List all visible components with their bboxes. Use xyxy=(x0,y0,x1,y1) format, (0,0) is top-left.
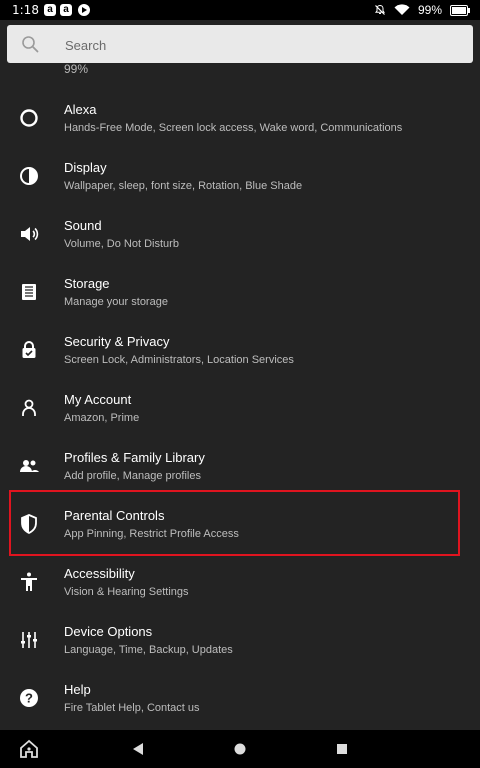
battery-icon xyxy=(450,4,470,16)
settings-item-subtitle: Vision & Hearing Settings xyxy=(64,586,189,598)
search-input[interactable] xyxy=(63,25,457,65)
settings-item-subtitle: Screen Lock, Administrators, Location Se… xyxy=(64,354,294,366)
mute-icon xyxy=(374,4,386,15)
settings-item-device-options[interactable]: Device Options Language, Time, Backup, U… xyxy=(0,616,480,672)
display-contrast-icon xyxy=(20,167,38,185)
alexa-icon xyxy=(20,109,38,127)
settings-item-title: Display xyxy=(64,160,107,175)
sliders-icon xyxy=(21,632,37,648)
battery-percent: 99% xyxy=(417,3,442,17)
lock-icon xyxy=(22,341,36,358)
settings-list[interactable]: 99% Alexa Hands-Free Mode, Screen lock a… xyxy=(0,64,480,730)
settings-item-title: Profiles & Family Library xyxy=(64,450,205,465)
settings-item-title: Parental Controls xyxy=(64,508,165,523)
settings-item-storage[interactable]: Storage Manage your storage xyxy=(0,268,480,324)
settings-item-subtitle: Hands-Free Mode, Screen lock access, Wak… xyxy=(64,122,403,134)
settings-item-my-account[interactable]: My Account Amazon, Prime xyxy=(0,384,480,440)
settings-item-help[interactable]: ? Help Fire Tablet Help, Contact us xyxy=(0,674,480,730)
settings-item-parental-controls[interactable]: Parental Controls App Pinning, Restrict … xyxy=(0,500,480,556)
navigation-bar xyxy=(0,730,480,768)
settings-item-subtitle: Manage your storage xyxy=(64,296,168,308)
settings-item-subtitle: Language, Time, Backup, Updates xyxy=(64,644,233,656)
amazon-app-icon: a xyxy=(60,4,72,16)
settings-item-accessibility[interactable]: Accessibility Vision & Hearing Settings xyxy=(0,558,480,614)
back-icon[interactable] xyxy=(127,738,149,760)
search-bar[interactable] xyxy=(7,25,473,65)
partial-item-subtitle: 99% xyxy=(64,64,89,76)
storage-icon xyxy=(22,284,36,300)
home-circle-icon[interactable] xyxy=(229,738,251,760)
settings-item-subtitle: Wallpaper, sleep, font size, Rotation, B… xyxy=(64,180,303,192)
status-bar: 1:18 a a 99% xyxy=(0,0,480,20)
settings-item-security-privacy[interactable]: Security & Privacy Screen Lock, Administ… xyxy=(0,326,480,382)
settings-item-profiles-family-library[interactable]: Profiles & Family Library Add profile, M… xyxy=(0,442,480,498)
svg-text:?: ? xyxy=(25,691,33,706)
settings-item-title: Device Options xyxy=(64,624,153,639)
help-icon: ? xyxy=(20,689,38,707)
home-icon[interactable] xyxy=(18,738,40,760)
settings-item-alexa[interactable]: Alexa Hands-Free Mode, Screen lock acces… xyxy=(0,94,480,150)
settings-item-title: Help xyxy=(64,682,91,697)
speaker-icon xyxy=(21,227,39,241)
people-icon xyxy=(20,460,39,472)
settings-item-subtitle: Amazon, Prime xyxy=(64,412,140,424)
settings-item-title: Alexa xyxy=(64,102,97,117)
shield-icon xyxy=(21,514,37,535)
settings-item-title: My Account xyxy=(64,392,132,407)
accessibility-icon xyxy=(21,572,37,591)
settings-item-subtitle: Add profile, Manage profiles xyxy=(64,470,201,482)
settings-item-title: Security & Privacy xyxy=(64,334,170,349)
search-icon xyxy=(22,36,39,53)
recents-icon[interactable] xyxy=(331,738,353,760)
settings-item-display[interactable]: Display Wallpaper, sleep, font size, Rot… xyxy=(0,152,480,208)
settings-item-subtitle: Fire Tablet Help, Contact us xyxy=(64,702,200,714)
play-icon xyxy=(78,4,90,16)
amazon-app-icon: a xyxy=(44,4,56,16)
settings-item-subtitle: Volume, Do Not Disturb xyxy=(64,238,179,250)
person-icon xyxy=(22,399,36,416)
settings-item-title: Storage xyxy=(64,276,110,291)
settings-item-title: Accessibility xyxy=(64,566,135,581)
settings-item-title: Sound xyxy=(64,218,102,233)
wifi-icon xyxy=(394,4,410,15)
status-time: 1:18 xyxy=(12,3,39,17)
settings-item-subtitle: App Pinning, Restrict Profile Access xyxy=(64,528,239,540)
settings-item-sound[interactable]: Sound Volume, Do Not Disturb xyxy=(0,210,480,266)
